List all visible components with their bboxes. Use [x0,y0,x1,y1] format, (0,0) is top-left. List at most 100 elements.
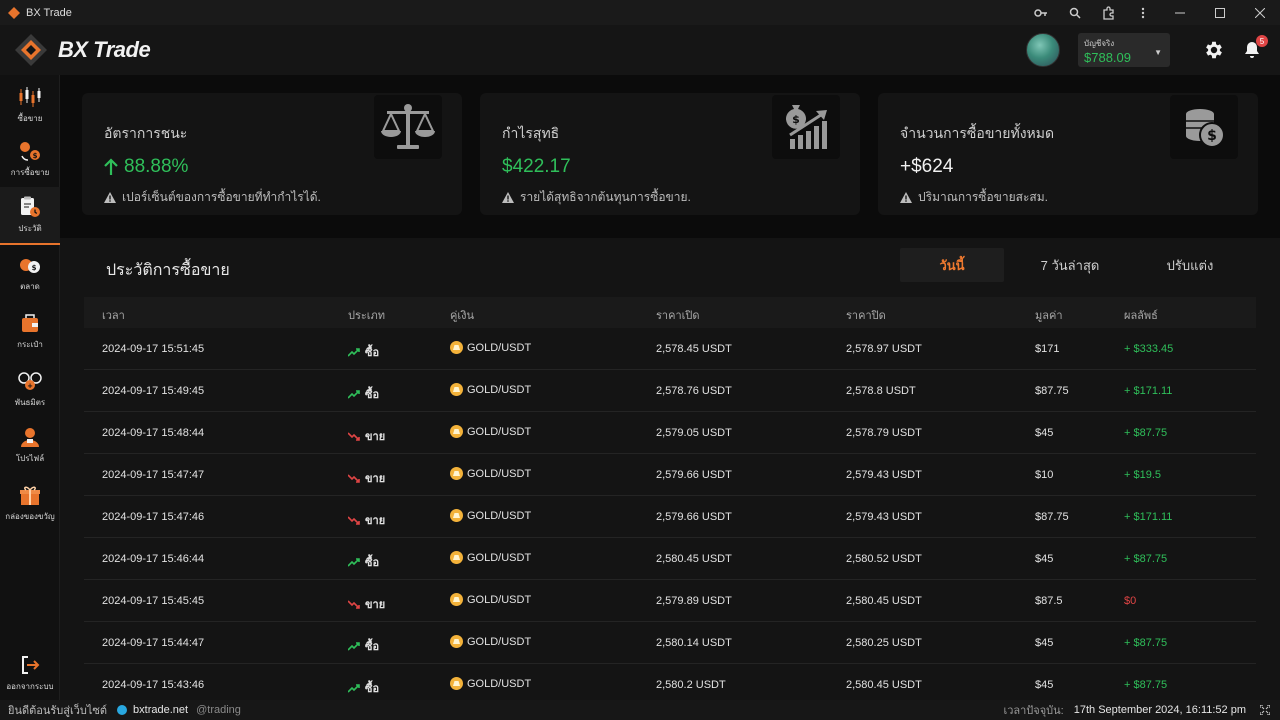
account-balance-selector[interactable]: บัญชีจริง $788.09 ▼ [1078,33,1170,67]
column-header-time[interactable]: เวลา [102,306,125,324]
arrow-up-icon [104,158,118,175]
cell-amount: $45 [1035,553,1054,565]
cell-open-price: 2,579.05 USDT [656,427,732,439]
sidebar-item-label: ตลาด [20,282,40,291]
current-time-value: 17th September 2024, 16:11:52 pm [1073,704,1246,716]
user-avatar[interactable] [1026,33,1060,67]
app-header: BX Trade บัญชีจริง $788.09 ▼ 5 [0,25,1280,75]
pair-label: GOLD/USDT [467,425,532,438]
window-title: BX Trade [26,6,72,19]
cell-amount: $87.5 [1035,595,1063,607]
gold-coin-icon [450,593,463,606]
cell-result: + $87.75 [1124,679,1168,691]
trend-up-icon [348,557,360,567]
sidebar-nav: ซื้อขาย $ การซื้อขาย ประวัติ $ ตลาด กระเ… [0,75,60,700]
column-header-amount[interactable]: มูลค่า [1035,306,1063,324]
minimize-button[interactable] [1160,0,1200,25]
sidebar-item-market[interactable]: $ ตลาด [0,247,60,299]
wallet-icon [17,311,43,335]
tab-today[interactable]: วันนี้ [900,248,1004,282]
trade-type-label: ซื้อ [365,557,380,569]
profile-icon [17,425,43,449]
sidebar-item-profile[interactable]: โปรไฟล์ [0,419,60,471]
cell-type: ซื้อ [348,343,379,361]
table-row: 2024-09-17 15:44:47 ซื้อ GOLD/USDT 2,580.14… [84,622,1256,664]
key-icon[interactable] [1024,0,1058,25]
cell-result: + $19.5 [1124,469,1162,481]
cell-time: 2024-09-17 15:47:47 [102,469,205,481]
cell-time: 2024-09-17 15:51:45 [102,343,205,355]
sidebar-item-partners[interactable]: + พันธมิตร [0,363,60,415]
extensions-icon[interactable] [1092,0,1126,25]
sidebar-item-history[interactable]: ประวัติ [0,187,60,245]
cell-time: 2024-09-17 15:49:45 [102,385,205,397]
table-body: 2024-09-17 15:51:45 ซื้อ GOLD/USDT 2,578.45… [84,328,1256,706]
trend-up-icon [348,389,360,399]
site-link[interactable]: bxtrade.net [133,704,188,716]
bell-icon[interactable]: 5 [1240,35,1268,62]
tab-last-7-days[interactable]: 7 วันล่าสุด [1020,248,1120,282]
clipboard-clock-icon [17,195,43,219]
sidebar-item-label: พันธมิตร [14,398,46,407]
column-header-open-price[interactable]: ราคาเปิด [656,306,700,324]
gold-coin-icon [450,383,463,396]
tab-custom[interactable]: ปรับแต่ง [1140,248,1240,282]
sidebar-item-trades[interactable]: $ การซื้อขาย [0,133,60,185]
cell-close-price: 2,579.43 USDT [846,469,922,481]
current-time-label: เวลาปัจจุบัน: [1003,705,1064,717]
trade-history-table: เวลา ประเภท คู่เงิน ราคาเปิด ราคาปิด มูล… [84,297,1256,706]
cell-time: 2024-09-17 15:45:45 [102,595,205,607]
cell-pair: GOLD/USDT [450,593,531,606]
cell-pair: GOLD/USDT [450,383,531,396]
window-titlebar: BX Trade [0,0,1280,25]
cell-open-price: 2,578.45 USDT [656,343,732,355]
column-header-pair[interactable]: คู่เงิน [450,306,474,324]
stat-value: 88.88% [104,156,188,178]
cell-pair: GOLD/USDT [450,341,531,354]
trade-type-label: ขาย [365,515,386,527]
cell-amount: $87.75 [1035,511,1069,523]
brand-name[interactable]: BX Trade [58,37,151,63]
column-header-close-price[interactable]: ราคาปิด [846,306,886,324]
candlestick-icon [17,85,43,109]
cell-time: 2024-09-17 15:47:46 [102,511,205,523]
gold-coin-icon [450,425,463,438]
fullscreen-icon[interactable] [1260,705,1270,715]
cell-type: ขาย [348,595,385,613]
sidebar-item-gift-box[interactable]: กล่องของขวัญ [0,477,60,529]
cell-type: ขาย [348,427,385,445]
pair-label: GOLD/USDT [467,551,532,564]
sidebar-item-wallet[interactable]: กระเป๋า [0,305,60,357]
stat-note: เปอร์เซ็นต์ของการซื้อขายที่ทำกำไรได้. [104,188,321,207]
brand-logo-icon[interactable] [14,33,48,67]
cell-time: 2024-09-17 15:48:44 [102,427,205,439]
warning-icon [502,192,514,203]
close-button[interactable] [1240,0,1280,25]
maximize-button[interactable] [1200,0,1240,25]
cell-type: ขาย [348,469,385,487]
cell-type: ซื้อ [348,679,379,697]
more-menu-icon[interactable] [1126,0,1160,25]
column-header-result[interactable]: ผลลัพธ์ [1124,306,1158,324]
cell-type: ขาย [348,511,385,529]
sidebar-item-trade[interactable]: ซื้อขาย [0,79,60,131]
column-header-type[interactable]: ประเภท [348,306,385,324]
sidebar-item-logout[interactable]: ออกจากระบบ [0,647,60,699]
trend-down-icon [348,431,360,441]
money-growth-icon: $ [772,95,840,159]
coin-stack-icon: $ [1170,95,1238,159]
cell-amount: $171 [1035,343,1060,355]
stat-note: รายได้สุทธิจากต้นทุนการซื้อขาย. [502,188,691,207]
cell-time: 2024-09-17 15:43:46 [102,679,205,691]
gear-icon[interactable] [1202,38,1226,62]
social-handle[interactable]: @trading [196,704,241,716]
cell-open-price: 2,578.76 USDT [656,385,732,397]
trade-type-label: ซื้อ [365,683,380,695]
zoom-icon[interactable] [1058,0,1092,25]
stat-title: จำนวนการซื้อขายทั้งหมด [900,125,1055,141]
cell-result: + $87.75 [1124,553,1168,565]
table-row: 2024-09-17 15:45:45 ขาย GOLD/USDT 2,579.89 … [84,580,1256,622]
stat-note-text: รายได้สุทธิจากต้นทุนการซื้อขาย. [520,190,691,204]
gold-coin-icon [450,551,463,564]
trade-type-label: ขาย [365,473,386,485]
